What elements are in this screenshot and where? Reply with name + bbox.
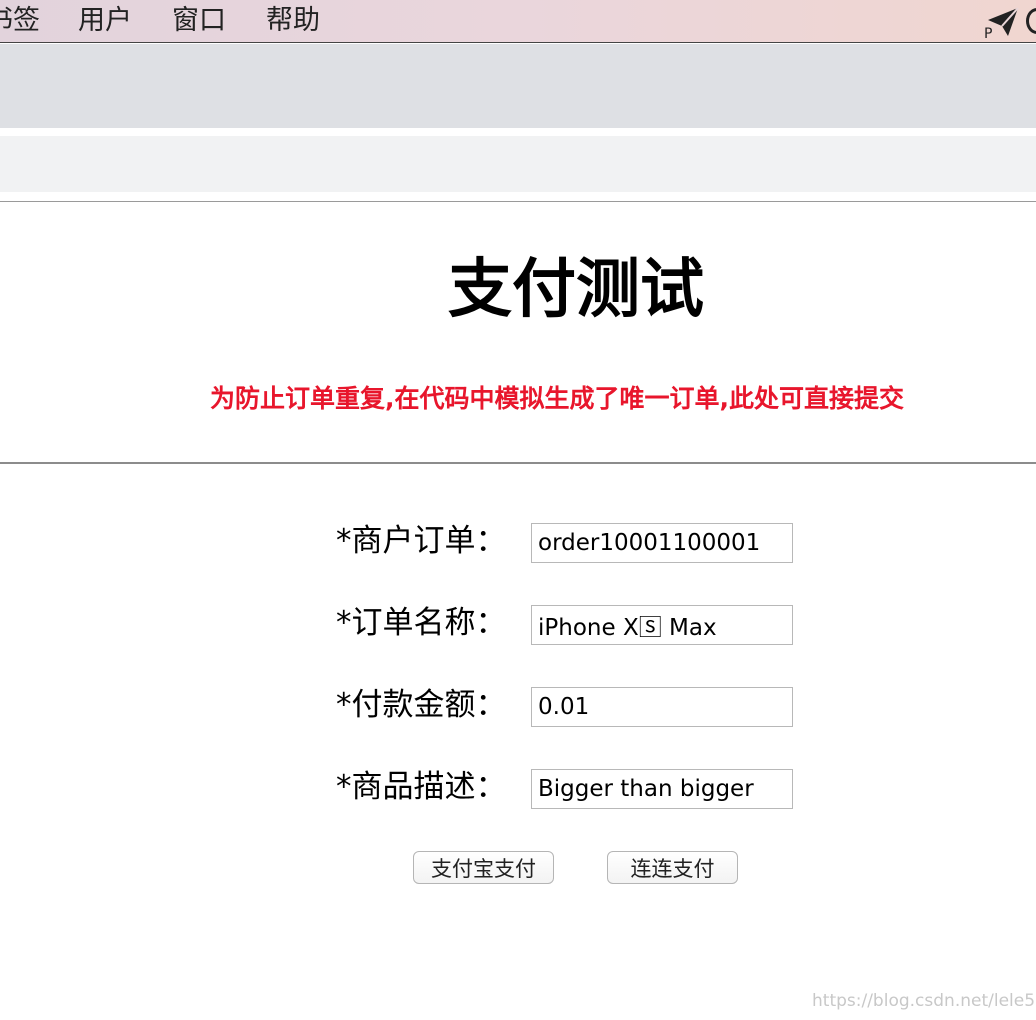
share-letter: P [984, 26, 992, 40]
order-name-input[interactable] [531, 605, 793, 645]
browser-toolbar [0, 44, 1036, 128]
watermark-url: https://blog.csdn.net/lele52080 [812, 991, 1036, 1011]
description-input[interactable] [531, 769, 793, 809]
menu-window[interactable]: 窗口 [172, 5, 226, 37]
form-row-amount: *付款金额： [0, 685, 1036, 727]
menu-bookmarks[interactable]: 书签 [0, 5, 40, 37]
order-id-label: *商户订单： [336, 523, 507, 559]
amount-input[interactable] [531, 687, 793, 727]
bookmarks-bar [0, 136, 1036, 192]
form-row-description: *商品描述： [0, 767, 1036, 809]
menu-bar: 书签 用户 窗口 帮助 P [0, 0, 1036, 43]
horizontal-rule [0, 462, 1036, 464]
amount-label: *付款金额： [336, 687, 507, 723]
alipay-button[interactable]: 支付宝支付 [413, 851, 554, 884]
form-row-order-name: *订单名称： [0, 603, 1036, 645]
order-name-label: *订单名称： [336, 605, 507, 641]
page-title: 支付测试 [448, 253, 704, 327]
description-label: *商品描述： [336, 769, 507, 805]
menu-help[interactable]: 帮助 [266, 5, 320, 37]
toolbar-separator [0, 128, 1036, 136]
form-row-order-id: *商户订单： [0, 521, 1036, 563]
paper-plane-icon[interactable]: P [982, 4, 1022, 42]
lianlian-pay-button[interactable]: 连连支付 [607, 851, 738, 884]
content-top-border [0, 201, 1036, 202]
order-id-input[interactable] [531, 523, 793, 563]
notice-text: 为防止订单重复,在代码中模拟生成了唯一订单,此处可直接提交 [210, 384, 904, 413]
menu-users[interactable]: 用户 [78, 5, 132, 37]
status-circle-icon[interactable] [1026, 8, 1036, 34]
